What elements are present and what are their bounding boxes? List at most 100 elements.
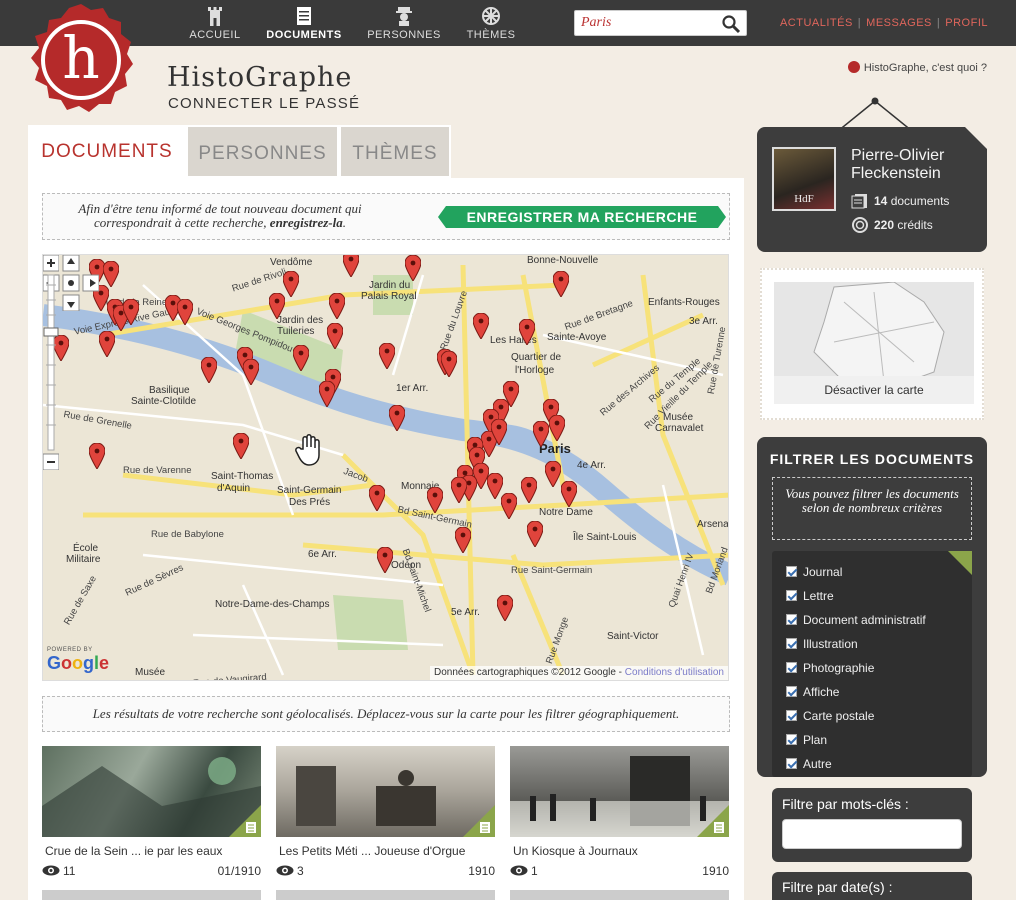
map-view[interactable]: Vendôme Jardin du Palais Royal Bonne-Nou…: [42, 254, 729, 681]
map-marker-icon[interactable]: [233, 433, 249, 459]
map-marker-icon[interactable]: [491, 419, 507, 445]
map-marker-icon[interactable]: [329, 293, 345, 319]
checkbox[interactable]: [786, 686, 797, 697]
map-toggle-card[interactable]: Désactiver la carte: [760, 268, 984, 420]
map-marker-icon[interactable]: [521, 477, 537, 503]
map-marker-icon[interactable]: [549, 415, 565, 441]
filter-type-document-administratif[interactable]: Document administratif: [786, 613, 926, 627]
map-marker-icon[interactable]: [243, 359, 259, 385]
link-actualites[interactable]: ACTUALITÉS: [780, 17, 853, 29]
result-card[interactable]: Un Kiosque à Journaux 1 1910: [510, 746, 729, 882]
nav-personnes[interactable]: PERSONNES: [364, 6, 444, 41]
map-marker-icon[interactable]: [533, 421, 549, 447]
map-marker-icon[interactable]: [369, 485, 385, 511]
about-link[interactable]: HistoGraphe, c'est quoi ?: [847, 61, 987, 74]
search-input[interactable]: [575, 11, 715, 35]
tab-documents[interactable]: DOCUMENTS: [28, 125, 186, 178]
avatar[interactable]: HdF: [772, 147, 836, 211]
result-title[interactable]: Les Petits Méti ... Joueuse d'Orgue: [279, 844, 465, 858]
map-marker-icon[interactable]: [553, 271, 569, 297]
result-card-partial[interactable]: [42, 890, 261, 900]
keyword-filter-input[interactable]: [782, 819, 962, 849]
map-marker-icon[interactable]: [455, 527, 471, 553]
map-marker-icon[interactable]: [89, 443, 105, 469]
result-card[interactable]: Crue de la Sein ... ie par les eaux 11 0…: [42, 746, 261, 882]
filter-type-journal[interactable]: Journal: [786, 565, 842, 579]
disable-map-button[interactable]: Désactiver la carte: [774, 376, 974, 404]
map-marker-icon[interactable]: [343, 254, 359, 277]
result-title[interactable]: Crue de la Sein ... ie par les eaux: [45, 844, 222, 858]
checkbox[interactable]: [786, 614, 797, 625]
map-label: Vendôme: [270, 257, 313, 268]
search-icon[interactable]: [721, 14, 741, 34]
nav-themes[interactable]: THÈMES: [451, 6, 531, 41]
profile-name[interactable]: Pierre-Olivier Fleckenstein: [851, 147, 981, 183]
checkbox[interactable]: [786, 590, 797, 601]
map-marker-icon[interactable]: [377, 547, 393, 573]
map-street: Rue de Babylone: [151, 529, 224, 540]
map-marker-icon[interactable]: [527, 521, 543, 547]
result-title[interactable]: Un Kiosque à Journaux: [513, 844, 638, 858]
result-thumbnail[interactable]: [276, 746, 495, 837]
nav-documents[interactable]: DOCUMENTS: [264, 6, 344, 41]
checkbox[interactable]: [786, 662, 797, 673]
map-terms-link[interactable]: Conditions d'utilisation: [625, 667, 724, 678]
map-marker-icon[interactable]: [283, 271, 299, 297]
map-marker-icon[interactable]: [327, 323, 343, 349]
profile-documents-count[interactable]: 14 documents: [851, 193, 949, 209]
filter-type-carte-postale[interactable]: Carte postale: [786, 709, 874, 723]
map-marker-icon[interactable]: [473, 313, 489, 339]
save-search-text: Afin d'être tenu informé de tout nouveau…: [78, 201, 362, 230]
map-marker-icon[interactable]: [103, 261, 119, 287]
map-marker-icon[interactable]: [427, 487, 443, 513]
nav-accueil[interactable]: ACCUEIL: [175, 6, 255, 41]
save-search-button[interactable]: ENREGISTRER MA RECHERCHE: [438, 206, 726, 228]
checkbox[interactable]: [786, 758, 797, 769]
link-profil[interactable]: PROFIL: [945, 17, 988, 29]
histographe-logo[interactable]: h: [26, 0, 136, 120]
map-zoom-slider[interactable]: [43, 255, 59, 470]
filter-type-plan[interactable]: Plan: [786, 733, 827, 747]
tab-personnes[interactable]: PERSONNES: [186, 125, 339, 178]
filter-type-illustration[interactable]: Illustration: [786, 637, 858, 651]
checkbox[interactable]: [786, 566, 797, 577]
map-marker-icon[interactable]: [561, 481, 577, 507]
map-marker-icon[interactable]: [293, 345, 309, 371]
map-marker-icon[interactable]: [319, 381, 335, 407]
result-card-partial[interactable]: [510, 890, 729, 900]
map-marker-icon[interactable]: [99, 331, 115, 357]
wheel-icon: [482, 7, 500, 25]
checkbox[interactable]: [786, 734, 797, 745]
result-thumbnail[interactable]: [42, 746, 261, 837]
checkbox[interactable]: [786, 710, 797, 721]
link-messages[interactable]: MESSAGES: [866, 17, 932, 29]
map-marker-icon[interactable]: [389, 405, 405, 431]
map-marker-icon[interactable]: [519, 319, 535, 345]
map-street: Rue de Varenne: [123, 465, 192, 476]
map-marker-icon[interactable]: [123, 299, 139, 325]
document-type-list: Journal Lettre Document administratif Il…: [772, 551, 972, 777]
result-meta: 11 01/1910: [42, 864, 261, 878]
nav-label: ACCUEIL: [189, 29, 241, 41]
map-marker-icon[interactable]: [441, 351, 457, 377]
map-marker-icon[interactable]: [405, 255, 421, 281]
map-marker-icon[interactable]: [379, 343, 395, 369]
geolocation-note: Les résultats de votre recherche sont gé…: [42, 696, 730, 732]
checkbox[interactable]: [786, 638, 797, 649]
result-card-partial[interactable]: [276, 890, 495, 900]
map-marker-icon[interactable]: [269, 293, 285, 319]
map-marker-icon[interactable]: [497, 595, 513, 621]
map-marker-icon[interactable]: [545, 461, 561, 487]
filter-type-photographie[interactable]: Photographie: [786, 661, 874, 675]
result-thumbnail[interactable]: [510, 746, 729, 837]
map-marker-icon[interactable]: [201, 357, 217, 383]
map-marker-icon[interactable]: [451, 477, 467, 503]
result-card[interactable]: Les Petits Méti ... Joueuse d'Orgue 3 19…: [276, 746, 495, 882]
filter-type-autre[interactable]: Autre: [786, 757, 832, 771]
filter-type-affiche[interactable]: Affiche: [786, 685, 839, 699]
map-marker-icon[interactable]: [501, 493, 517, 519]
tab-themes[interactable]: THÈMES: [339, 125, 451, 178]
map-marker-icon[interactable]: [177, 299, 193, 325]
profile-credits-count[interactable]: 220 crédits: [851, 217, 933, 233]
filter-type-lettre[interactable]: Lettre: [786, 589, 834, 603]
